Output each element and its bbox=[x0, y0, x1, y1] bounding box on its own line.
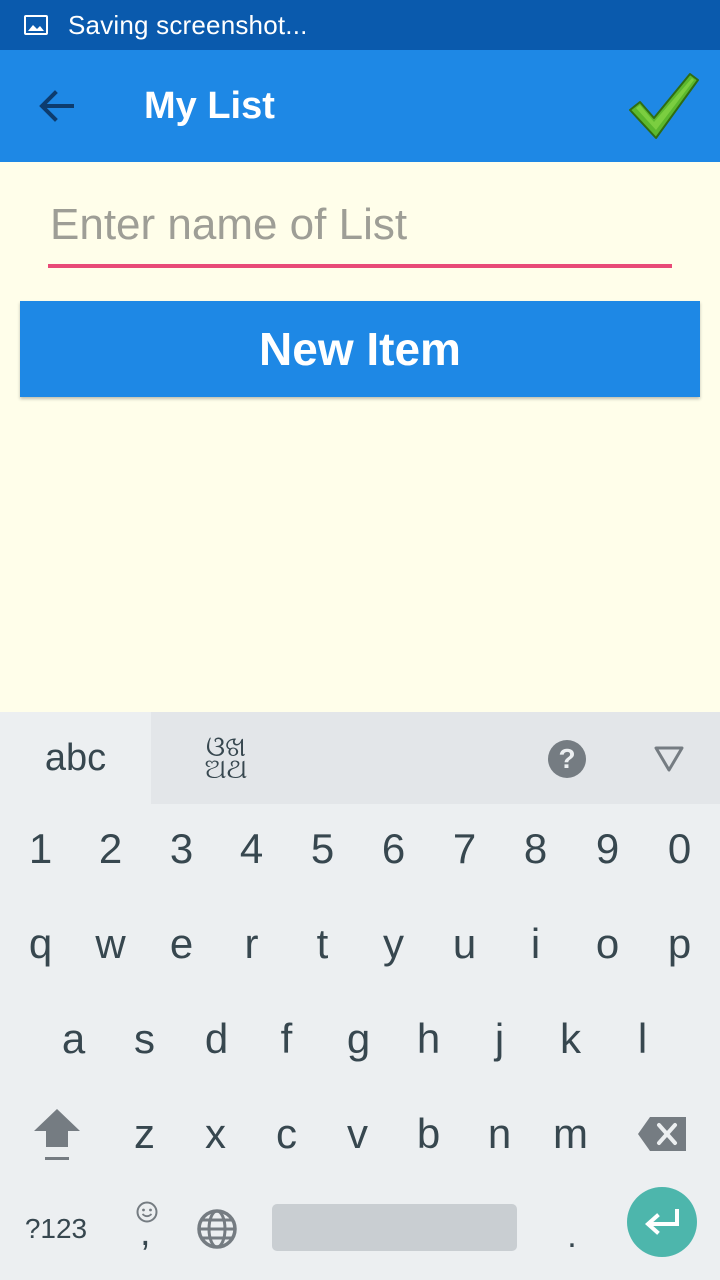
help-button[interactable]: ? bbox=[548, 740, 586, 778]
key-v[interactable]: v bbox=[322, 1087, 393, 1181]
status-text: Saving screenshot... bbox=[68, 9, 308, 40]
key-e[interactable]: e bbox=[146, 897, 217, 991]
key-6[interactable]: 6 bbox=[358, 802, 429, 896]
keyboard: abc ଓଖ ଅଥ ? 1 2 3 4 5 6 7 8 9 0 q w e r … bbox=[0, 712, 720, 1280]
key-0[interactable]: 0 bbox=[644, 802, 715, 896]
shift-icon[interactable] bbox=[22, 1087, 92, 1181]
list-name-input[interactable] bbox=[48, 190, 672, 268]
backspace-icon[interactable] bbox=[628, 1087, 698, 1181]
app-bar: My List bbox=[0, 50, 720, 162]
key-1[interactable]: 1 bbox=[5, 802, 76, 896]
key-b[interactable]: b bbox=[393, 1087, 464, 1181]
space-bar[interactable] bbox=[272, 1204, 517, 1251]
keyboard-tab-odia[interactable]: ଓଖ ଅଥ bbox=[151, 712, 301, 804]
period-key[interactable]: . bbox=[540, 1182, 604, 1276]
key-o[interactable]: o bbox=[572, 897, 643, 991]
key-m[interactable]: m bbox=[535, 1087, 606, 1181]
key-i[interactable]: i bbox=[500, 897, 571, 991]
enter-button[interactable] bbox=[627, 1187, 697, 1257]
key-p[interactable]: p bbox=[644, 897, 715, 991]
key-h[interactable]: h bbox=[393, 992, 464, 1086]
key-7[interactable]: 7 bbox=[429, 802, 500, 896]
key-9[interactable]: 9 bbox=[572, 802, 643, 896]
key-a[interactable]: a bbox=[38, 992, 109, 1086]
key-g[interactable]: g bbox=[323, 992, 394, 1086]
globe-icon bbox=[197, 1209, 237, 1249]
key-l[interactable]: l bbox=[607, 992, 678, 1086]
key-n[interactable]: n bbox=[464, 1087, 535, 1181]
key-8[interactable]: 8 bbox=[500, 802, 571, 896]
key-u[interactable]: u bbox=[429, 897, 500, 991]
key-2[interactable]: 2 bbox=[75, 802, 146, 896]
key-x[interactable]: x bbox=[180, 1087, 251, 1181]
symbols-key[interactable]: ?123 bbox=[10, 1182, 102, 1276]
key-j[interactable]: j bbox=[464, 992, 535, 1086]
key-y[interactable]: y bbox=[358, 897, 429, 991]
key-r[interactable]: r bbox=[216, 897, 287, 991]
enter-icon bbox=[644, 1209, 679, 1235]
key-d[interactable]: d bbox=[181, 992, 252, 1086]
page-title: My List bbox=[144, 84, 275, 127]
back-button[interactable] bbox=[0, 50, 112, 162]
comma-label: , bbox=[140, 1212, 151, 1254]
new-item-button[interactable]: New Item bbox=[20, 301, 700, 397]
key-4[interactable]: 4 bbox=[216, 802, 287, 896]
key-5[interactable]: 5 bbox=[287, 802, 358, 896]
key-3[interactable]: 3 bbox=[146, 802, 217, 896]
key-s[interactable]: s bbox=[109, 992, 180, 1086]
key-c[interactable]: c bbox=[251, 1087, 322, 1181]
key-z[interactable]: z bbox=[109, 1087, 180, 1181]
key-q[interactable]: q bbox=[5, 897, 76, 991]
key-f[interactable]: f bbox=[251, 992, 322, 1086]
status-bar: Saving screenshot... bbox=[0, 0, 720, 50]
key-w[interactable]: w bbox=[75, 897, 146, 991]
image-icon bbox=[24, 15, 48, 35]
key-t[interactable]: t bbox=[287, 897, 358, 991]
arrow-left-icon bbox=[39, 90, 74, 122]
comma-key[interactable]: , bbox=[110, 1182, 182, 1276]
key-k[interactable]: k bbox=[535, 992, 606, 1086]
chevron-down-icon[interactable] bbox=[650, 742, 688, 776]
save-button[interactable] bbox=[626, 68, 702, 144]
language-button[interactable] bbox=[186, 1182, 248, 1276]
checkmark-icon bbox=[629, 73, 699, 139]
keyboard-tab-abc[interactable]: abc bbox=[0, 712, 151, 804]
